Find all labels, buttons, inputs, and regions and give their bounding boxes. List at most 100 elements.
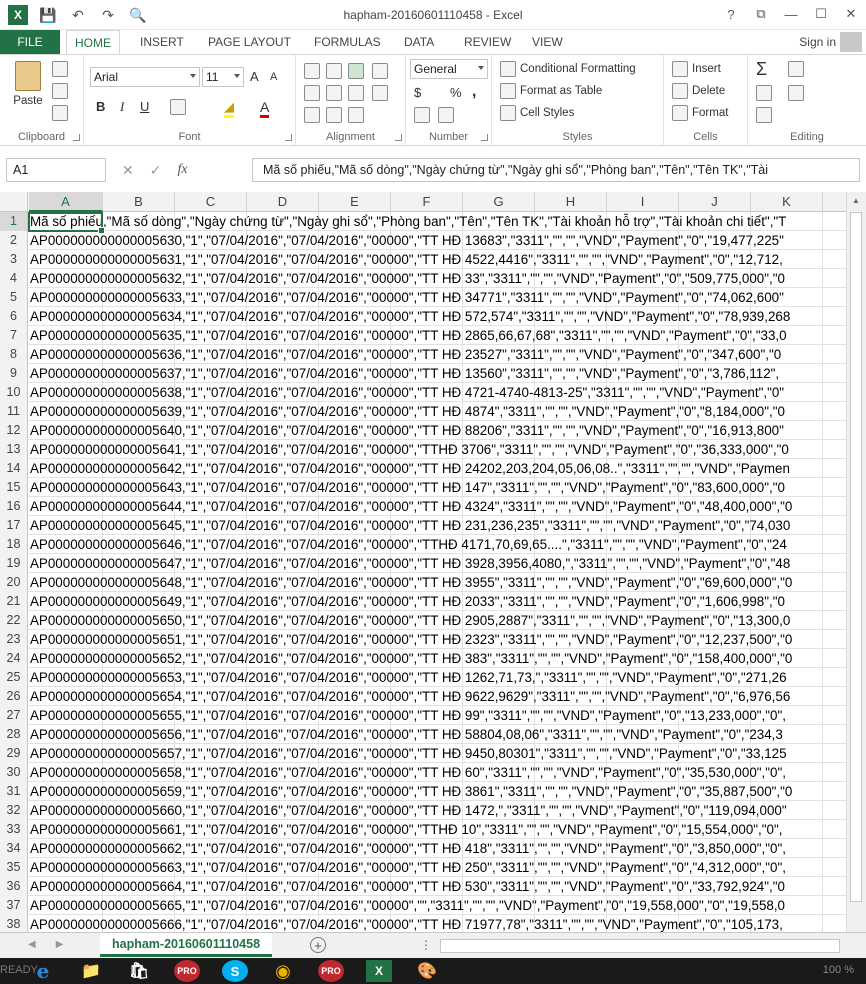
row-header[interactable]: 5 [0,288,28,307]
name-box[interactable]: A1 [6,158,106,182]
conditional-formatting-button[interactable]: Conditional Formatting [500,61,636,77]
column-header-d[interactable]: D [247,192,319,212]
increase-decimal-icon[interactable] [414,107,430,123]
row-header[interactable]: 16 [0,497,28,516]
tab-view[interactable]: VIEW [524,30,571,54]
pro-app-icon-2[interactable]: PRO [318,960,344,982]
close-button[interactable]: ✕ [836,0,866,28]
cell-a7[interactable]: AP000000000000005635,"1","07/04/2016","0… [30,326,787,345]
italic-button[interactable]: I [120,99,124,115]
redo-icon[interactable]: ↷ [98,5,118,25]
row-header[interactable]: 26 [0,687,28,706]
column-header-h[interactable]: H [535,192,607,212]
cell-a20[interactable]: AP000000000000005648,"1","07/04/2016","0… [30,573,792,592]
cell-a12[interactable]: AP000000000000005640,"1","07/04/2016","0… [30,421,784,440]
ribbon-display-button[interactable]: ⧉ [746,0,776,28]
align-left-icon[interactable] [304,85,320,101]
tab-data[interactable]: DATA [396,30,442,54]
align-middle-icon[interactable] [326,63,342,79]
format-painter-icon[interactable] [52,105,68,121]
undo-icon[interactable]: ↶ [68,5,88,25]
row-header[interactable]: 36 [0,877,28,896]
cell-a38[interactable]: AP000000000000005666,"1","07/04/2016","0… [30,915,783,932]
cell-a18[interactable]: AP000000000000005646,"1","07/04/2016","0… [30,535,787,554]
tab-file[interactable]: FILE [0,30,60,54]
store-icon[interactable]: 🛍 [126,960,152,982]
sheet-tab[interactable]: hapham-20160601110458 [100,933,273,957]
formula-input[interactable]: Mã số phiếu,"Mã số dòng","Ngày chứng từ"… [252,158,860,182]
row-header[interactable]: 18 [0,535,28,554]
row-header[interactable]: 11 [0,402,28,421]
horizontal-scrollbar[interactable] [440,939,840,953]
cell-a27[interactable]: AP000000000000005655,"1","07/04/2016","0… [30,706,786,725]
select-all-corner[interactable] [0,192,28,212]
tab-insert[interactable]: INSERT [132,30,192,54]
format-cells-button[interactable]: Format [672,105,728,121]
minimize-button[interactable]: — [776,0,806,28]
cell-a26[interactable]: AP000000000000005654,"1","07/04/2016","0… [30,687,790,706]
skype-icon[interactable]: S [222,960,248,982]
alignment-launcher-icon[interactable] [395,134,402,141]
increase-indent-icon[interactable] [326,107,342,123]
cell-a5[interactable]: AP000000000000005633,"1","07/04/2016","0… [30,288,784,307]
decrease-decimal-icon[interactable] [438,107,454,123]
column-header-g[interactable]: G [463,192,535,212]
cell-a23[interactable]: AP000000000000005651,"1","07/04/2016","0… [30,630,792,649]
cell-a1[interactable]: Mã số phiếu,"Mã số dòng","Ngày chứng từ"… [30,212,786,231]
row-header[interactable]: 34 [0,839,28,858]
cell-a17[interactable]: AP000000000000005645,"1","07/04/2016","0… [30,516,790,535]
column-header-k[interactable]: K [751,192,823,212]
tab-page-layout[interactable]: PAGE LAYOUT [200,30,299,54]
cancel-icon[interactable]: ✕ [122,162,134,179]
row-header[interactable]: 3 [0,250,28,269]
file-explorer-icon[interactable]: 📁 [78,960,104,982]
orientation-icon[interactable] [348,107,364,123]
row-header[interactable]: 6 [0,307,28,326]
cell-a29[interactable]: AP000000000000005657,"1","07/04/2016","0… [30,744,787,763]
row-header[interactable]: 29 [0,744,28,763]
cell-a14[interactable]: AP000000000000005642,"1","07/04/2016","0… [30,459,790,478]
borders-icon[interactable] [170,99,186,115]
cell-a21[interactable]: AP000000000000005649,"1","07/04/2016","0… [30,592,785,611]
row-header[interactable]: 33 [0,820,28,839]
autosum-button[interactable]: Σ [756,59,767,80]
column-header-j[interactable]: J [679,192,751,212]
chrome-icon[interactable]: ◉ [270,960,296,982]
row-header[interactable]: 7 [0,326,28,345]
cell-a13[interactable]: AP000000000000005641,"1","07/04/2016","0… [30,440,789,459]
tab-home[interactable]: HOME [66,30,120,55]
row-header[interactable]: 13 [0,440,28,459]
cell-a15[interactable]: AP000000000000005643,"1","07/04/2016","0… [30,478,785,497]
row-header[interactable]: 2 [0,231,28,250]
row-header[interactable]: 31 [0,782,28,801]
fill-color-button[interactable]: ◢ [224,99,234,118]
decrease-indent-icon[interactable] [304,107,320,123]
row-header[interactable]: 21 [0,592,28,611]
percent-button[interactable]: % [450,85,462,100]
delete-cells-button[interactable]: Delete [672,83,725,99]
merge-center-icon[interactable] [372,85,388,101]
row-header[interactable]: 27 [0,706,28,725]
enter-icon[interactable]: ✓ [150,162,162,179]
cell-a33[interactable]: AP000000000000005661,"1","07/04/2016","0… [30,820,782,839]
format-as-table-button[interactable]: Format as Table [500,83,602,99]
font-size-select[interactable]: 11 [202,67,244,87]
cell-a34[interactable]: AP000000000000005662,"1","07/04/2016","0… [30,839,786,858]
cell-styles-button[interactable]: Cell Styles [500,105,574,121]
cell-a37[interactable]: AP000000000000005665,"1","07/04/2016","0… [30,896,785,915]
cell-a32[interactable]: AP000000000000005660,"1","07/04/2016","0… [30,801,787,820]
copy-icon[interactable] [52,83,68,99]
row-header[interactable]: 10 [0,383,28,402]
cell-a31[interactable]: AP000000000000005659,"1","07/04/2016","0… [30,782,792,801]
prev-sheet-icon[interactable]: ◀ [28,939,36,950]
fill-icon[interactable] [756,85,772,101]
column-header-i[interactable]: I [607,192,679,212]
cell-a35[interactable]: AP000000000000005663,"1","07/04/2016","0… [30,858,786,877]
currency-button[interactable]: $ [414,85,421,100]
column-header-a[interactable]: A [29,192,103,212]
find-select-icon[interactable] [788,85,804,101]
column-header-c[interactable]: C [175,192,247,212]
sheet-options-icon[interactable]: ⋮ [420,938,432,952]
bold-button[interactable]: B [96,99,105,114]
insert-cells-button[interactable]: Insert [672,61,721,77]
